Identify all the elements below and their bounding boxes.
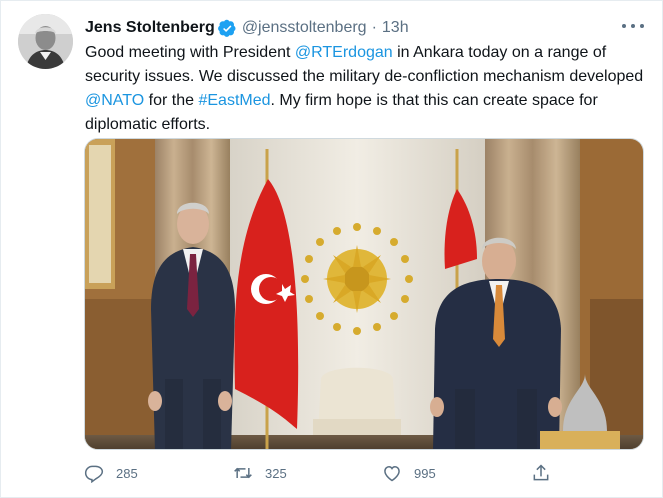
author-handle[interactable]: @jensstoltenberg [242,19,367,37]
retweet-button[interactable]: 325 [233,463,287,483]
more-options-icon[interactable] [622,19,644,33]
tweet-photo[interactable] [84,138,644,450]
tweet-text: Good meeting with President @RTErdogan i… [85,41,645,137]
reply-count: 285 [116,465,138,481]
retweet-icon [234,467,252,479]
avatar[interactable] [18,14,73,69]
tweet-header: Jens Stoltenberg @jensstoltenberg · 13h [85,17,409,39]
tweet-actions: 285 325 995 [84,463,564,485]
separator-dot: · [371,19,377,36]
tweet-timestamp[interactable]: 13h [382,19,409,37]
like-button[interactable]: 995 [382,463,436,483]
share-button[interactable] [531,463,563,483]
like-count: 995 [414,465,436,481]
like-icon [384,465,400,482]
tweet-card[interactable]: Jens Stoltenberg @jensstoltenberg · 13h … [0,0,663,498]
retweet-count: 325 [265,465,287,481]
reply-button[interactable]: 285 [84,463,138,483]
photo-meeting-scene [85,139,643,449]
tweet-text-segment: for the [144,92,199,109]
mention-rterdogan[interactable]: @RTErdogan [295,44,393,61]
author-name[interactable]: Jens Stoltenberg [85,19,215,37]
tweet-text-segment: Good meeting with President [85,44,295,61]
reply-icon [84,465,104,483]
avatar-image [18,14,73,69]
share-icon [533,464,549,481]
mention-nato[interactable]: @NATO [85,92,144,109]
hashtag-eastmed[interactable]: #EastMed [198,92,270,109]
verified-badge-icon [217,19,236,37]
